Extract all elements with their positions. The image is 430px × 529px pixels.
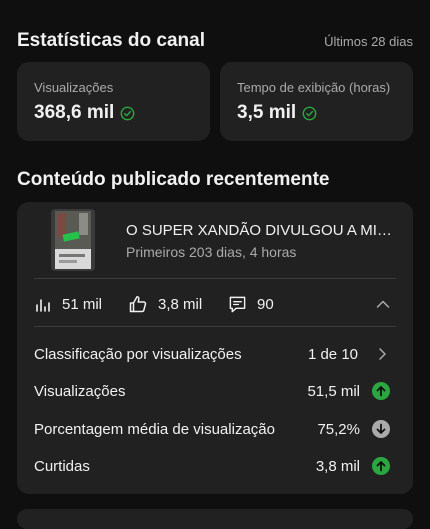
detail-row-ranking[interactable]: Classificação por visualizações 1 de 10 [34,343,390,365]
detail-label: Curtidas [34,457,90,475]
comment-icon [229,296,246,312]
comments-metric: 90 [228,295,375,314]
channel-stats-period: Últimos 28 dias [324,34,413,49]
watch-time-stat-card[interactable]: Tempo de exibição (horas) 3,5 mil [220,62,413,141]
watch-time-stat-value-wrap: 3,5 mil [237,102,396,124]
next-card [17,509,413,529]
likes-metric: 3,8 mil [128,294,228,314]
detail-label: Visualizações [34,382,126,400]
views-stat-value: 368,6 mil [34,102,115,123]
views-stat-label: Visualizações [34,80,114,95]
thumbnail-image [51,209,95,271]
channel-stats-title: Estatísticas do canal [17,30,205,51]
thumbs-up-icon [129,296,147,313]
recent-video-card: O SUPER XANDÃO DIVULGOU A MINHA... Prime… [17,202,413,494]
detail-row-avg-view-percentage: Porcentagem média de visualização 75,2% [34,418,390,440]
arrow-down-icon [372,420,390,438]
check-circle-icon [302,106,317,120]
video-metrics-row: 51 mil 3,8 mil 90 [34,290,396,318]
chevron-up-icon[interactable] [375,296,391,312]
watch-time-stat-label: Tempo de exibição (horas) [237,80,391,95]
video-subtitle: Primeiros 203 dias, 4 horas [126,244,297,260]
likes-metric-value: 3,8 mil [158,295,203,313]
detail-value-wrap: 1 de 10 [308,346,390,363]
views-metric-value: 51 mil [62,295,103,313]
views-stat-value-wrap: 368,6 mil [34,102,193,124]
channel-stats-header: Estatísticas do canal Últimos 28 dias [17,30,413,52]
detail-value-wrap: 51,5 mil [307,382,390,400]
recent-content-header: Conteúdo publicado recentemente [17,169,413,191]
chevron-right-icon [379,348,386,360]
check-circle-icon [120,106,135,120]
detail-row-views: Visualizações 51,5 mil [34,380,390,402]
detail-value: 3,8 mil [315,457,360,475]
recent-content-title: Conteúdo publicado recentemente [17,169,330,190]
divider [34,326,396,327]
detail-value-wrap: 3,8 mil [316,457,390,475]
bar-chart-icon [36,299,50,312]
watch-time-stat-value: 3,5 mil [237,102,297,123]
detail-label: Porcentagem média de visualização [34,420,275,438]
detail-label: Classificação por visualizações [34,345,242,363]
detail-value: 51,5 mil [307,382,360,400]
video-title[interactable]: O SUPER XANDÃO DIVULGOU A MINHA... [126,222,401,239]
arrow-up-icon [372,382,390,400]
detail-value: 75,2% [317,420,360,438]
views-stat-card[interactable]: Visualizações 368,6 mil [17,62,210,141]
detail-value: 1 de 10 [307,345,358,363]
detail-row-likes: Curtidas 3,8 mil [34,455,390,477]
arrow-up-icon [372,457,390,475]
video-thumbnail[interactable] [51,209,95,271]
views-metric: 51 mil [34,295,128,313]
divider [34,278,396,279]
detail-value-wrap: 75,2% [317,420,390,438]
comments-metric-value: 90 [257,295,274,313]
